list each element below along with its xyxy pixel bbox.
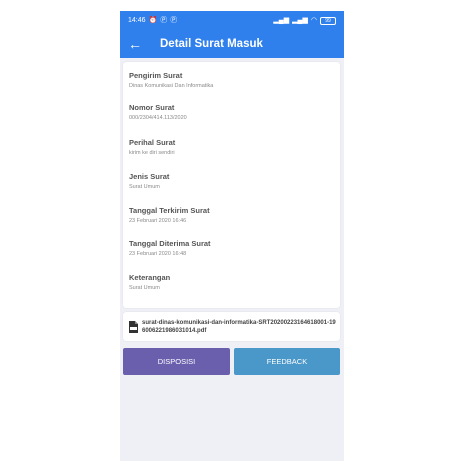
attachment-item[interactable]: surat-dinas-komunikasi-dan-informatika-S… — [123, 312, 340, 341]
field-tanggal-diterima: Tanggal Diterima Surat 23 Februari 2020 … — [129, 239, 211, 257]
phone-screen: 14:46 ⏰ Ⓟ Ⓟ ▂▄▆ ▂▄▆ ◠ 99 ← Detail Surat … — [120, 11, 344, 461]
field-label: Perihal Surat — [129, 138, 176, 147]
page-title: Detail Surat Masuk — [160, 38, 263, 50]
field-value: 23 Februari 2020 16:48 — [129, 251, 187, 257]
feedback-button[interactable]: FEEDBACK — [234, 348, 340, 375]
field-value: 000/2304/414.113/2020 — [129, 115, 187, 121]
field-label: Tanggal Diterima Surat — [129, 239, 211, 248]
back-arrow-icon[interactable]: ← — [128, 37, 144, 51]
p-notification-icon: Ⓟ — [160, 17, 168, 24]
p-notification-icon: Ⓟ — [170, 17, 178, 24]
field-tanggal-terkirim: Tanggal Terkirim Surat 23 Februari 2020 … — [129, 206, 210, 224]
field-label: Tanggal Terkirim Surat — [129, 206, 210, 215]
alarm-icon: ⏰ — [148, 17, 158, 24]
status-bar-left: 14:46 ⏰ Ⓟ Ⓟ — [128, 17, 177, 24]
field-nomor: Nomor Surat 000/2304/414.113/2020 — [129, 103, 187, 121]
attachment-filename: surat-dinas-komunikasi-dan-informatika-S… — [142, 319, 336, 334]
field-label: Jenis Surat — [129, 172, 170, 181]
field-label: Keterangan — [129, 273, 171, 282]
field-value: 23 Februari 2020 16:46 — [129, 218, 187, 224]
status-time: 14:46 — [128, 17, 146, 24]
status-bar-right: ▂▄▆ ▂▄▆ ◠ 99 — [273, 16, 336, 25]
field-jenis: Jenis Surat Surat Umum — [129, 172, 169, 190]
signal-icon: ▂▄▆ — [273, 17, 290, 24]
field-value: Surat Umum — [129, 285, 160, 291]
field-label: Pengirim Surat — [129, 71, 183, 80]
pdf-file-icon — [129, 320, 138, 333]
battery-icon: 99 — [320, 16, 336, 25]
field-keterangan: Keterangan Surat Umum — [129, 273, 170, 291]
status-bar: 14:46 ⏰ Ⓟ Ⓟ ▂▄▆ ▂▄▆ ◠ 99 — [120, 11, 344, 30]
wifi-icon: ◠ — [310, 17, 317, 24]
field-pengirim: Pengirim Surat Dinas Komunikasi Dan Info… — [129, 71, 213, 89]
app-bar: ← Detail Surat Masuk — [120, 30, 344, 58]
field-value: kirim ke diri sendiri — [129, 150, 175, 156]
field-value: Dinas Komunikasi Dan Informatika — [129, 83, 214, 89]
field-value: Surat Umum — [129, 184, 160, 190]
detail-card: Pengirim Surat Dinas Komunikasi Dan Info… — [123, 62, 340, 308]
field-label: Nomor Surat — [129, 103, 175, 112]
disposisi-button[interactable]: DISPOSISI — [123, 348, 230, 375]
signal-icon: ▂▄▆ — [292, 17, 308, 24]
field-perihal: Perihal Surat kirim ke diri sendiri — [129, 138, 175, 156]
